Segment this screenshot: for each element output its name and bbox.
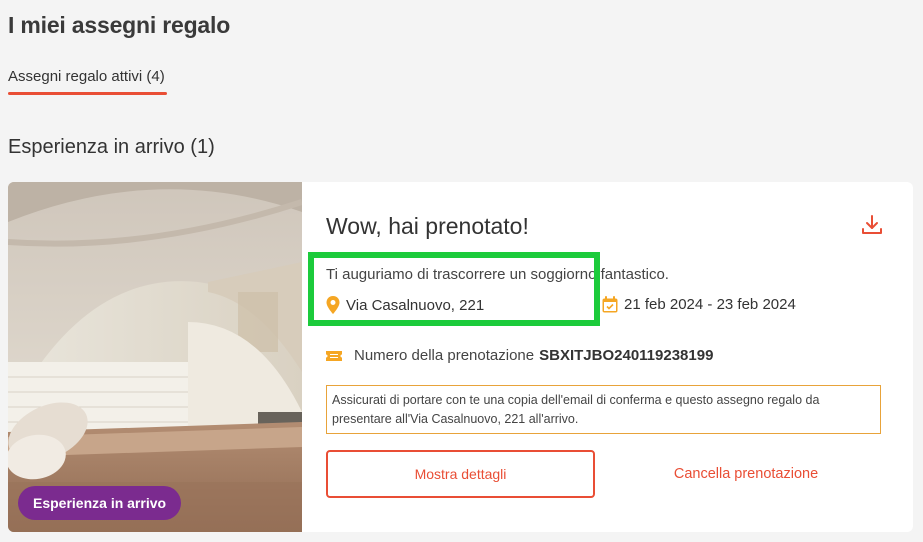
section-title: Esperienza in arrivo (1) xyxy=(8,136,215,158)
experience-photo: Esperienza in arrivo xyxy=(8,182,302,532)
booking-heading: Wow, hai prenotato! xyxy=(326,213,529,239)
show-details-button[interactable]: Mostra dettagli xyxy=(326,450,595,498)
calendar-icon xyxy=(602,296,618,313)
confirmation-notice: Assicurati di portare con te una copia d… xyxy=(326,385,881,434)
tab-active-vouchers[interactable]: Assegni regalo attivi (4) xyxy=(8,68,167,95)
cancel-booking-button[interactable]: Cancella prenotazione xyxy=(616,450,876,498)
booking-card: Esperienza in arrivo Wow, hai prenotato!… xyxy=(8,182,913,532)
booking-dates: 21 feb 2024 - 23 feb 2024 xyxy=(624,296,796,313)
experience-status-badge: Esperienza in arrivo xyxy=(18,486,182,520)
highlight-box xyxy=(308,252,600,326)
page-title: I miei assegni regalo xyxy=(8,12,231,38)
booking-number-row: Numero della prenotazione SBXITJBO240119… xyxy=(326,347,713,364)
date-row: 21 feb 2024 - 23 feb 2024 xyxy=(602,296,796,313)
ticket-icon xyxy=(326,350,342,361)
booking-details: Wow, hai prenotato! Ti auguriamo di tras… xyxy=(326,182,913,532)
download-icon[interactable] xyxy=(861,214,883,236)
booking-number-label: Numero della prenotazione xyxy=(354,347,535,364)
booking-number-code: SBXITJBO240119238199 xyxy=(539,347,714,364)
